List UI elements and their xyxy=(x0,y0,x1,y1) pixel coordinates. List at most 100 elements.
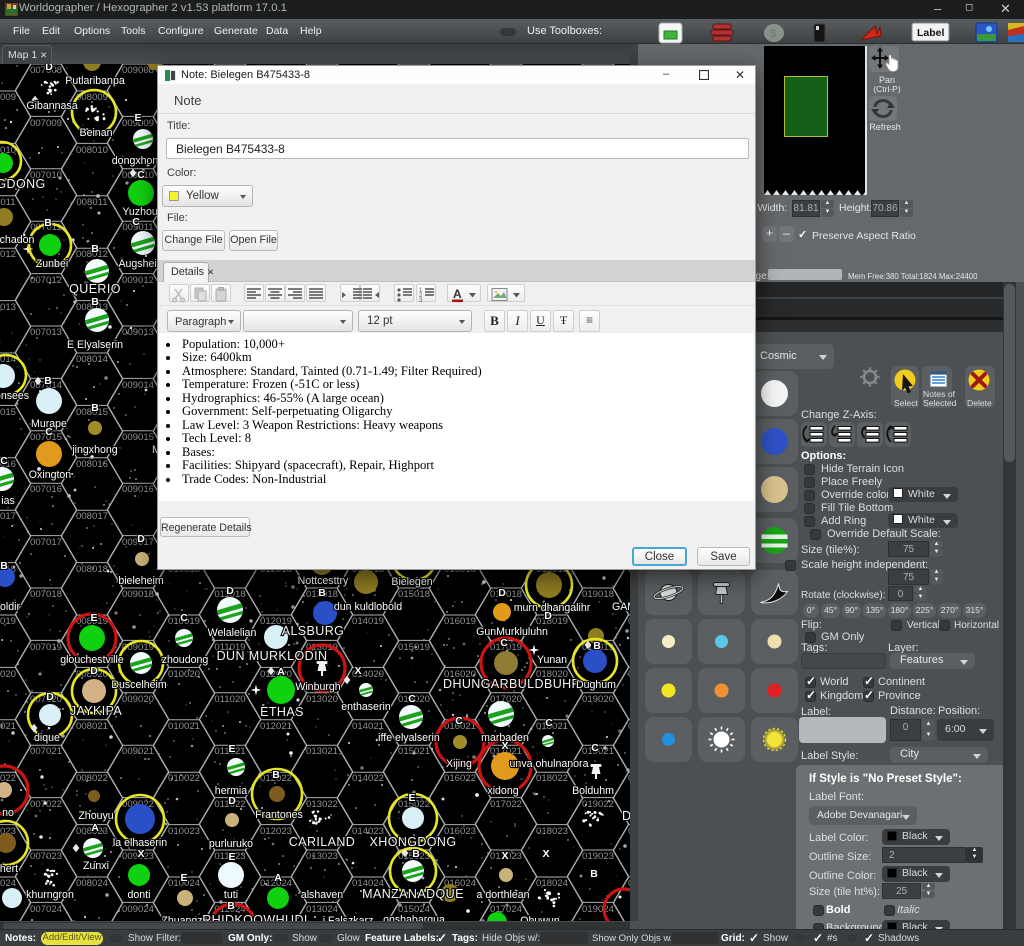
svg-text:014019: 014019 xyxy=(352,616,384,627)
svg-text:Zhuangz: Zhuangz xyxy=(161,915,202,921)
svg-text:E: E xyxy=(408,792,415,804)
svg-text:B: B xyxy=(44,375,52,387)
svg-text:Zunxi: Zunxi xyxy=(83,860,109,872)
svg-text:008021: 008021 xyxy=(76,721,108,732)
svg-text:006013: 006013 xyxy=(0,302,16,313)
svg-text:009018: 009018 xyxy=(122,589,154,600)
svg-text:016019: 016019 xyxy=(444,616,476,627)
svg-text:Xijing: Xijing xyxy=(446,758,472,770)
svg-text:RHIDKOOWHUDI: RHIDKOOWHUDI xyxy=(202,913,308,921)
svg-text:009012: 009012 xyxy=(122,275,154,286)
svg-text:Zhouyu: Zhouyu xyxy=(78,810,113,822)
svg-text:B: B xyxy=(590,868,598,880)
svg-text:E: E xyxy=(180,872,187,884)
svg-text:015018: 015018 xyxy=(398,589,430,600)
svg-text:007013: 007013 xyxy=(30,327,62,338)
svg-text:019020: 019020 xyxy=(582,694,614,705)
svg-text:a dorthlean: a dorthlean xyxy=(476,889,529,901)
svg-text:DIR: DIR xyxy=(622,809,630,823)
svg-text:E: E xyxy=(134,112,141,124)
svg-text:C: C xyxy=(180,612,188,624)
svg-text:Duscelheim: Duscelheim xyxy=(111,679,167,691)
svg-text:013022: 013022 xyxy=(306,799,338,810)
svg-text:007023: 007023 xyxy=(30,851,62,862)
svg-text:C: C xyxy=(408,693,416,705)
svg-text:013020: 013020 xyxy=(306,694,338,705)
svg-text:019018: 019018 xyxy=(582,589,614,600)
svg-text:008010: 008010 xyxy=(76,145,108,156)
svg-text:CARILAND: CARILAND xyxy=(289,835,355,849)
svg-text:008022: 008022 xyxy=(76,773,108,784)
svg-text:E: E xyxy=(228,743,235,755)
svg-text:B: B xyxy=(227,900,235,912)
svg-text:013021: 013021 xyxy=(306,746,338,757)
svg-text:017022: 017022 xyxy=(490,799,522,810)
svg-text:unva ohulnanora: unva ohulnanora xyxy=(510,758,589,770)
svg-text:ALSBURG: ALSBURG xyxy=(282,624,345,638)
svg-text:3: 3 xyxy=(419,298,423,304)
svg-text:D: D xyxy=(226,585,234,597)
svg-text:dun kuldlobold: dun kuldlobold xyxy=(334,601,402,613)
svg-text:007009: 007009 xyxy=(30,118,62,129)
svg-text:006019: 006019 xyxy=(0,616,16,627)
svg-text:D: D xyxy=(46,691,54,703)
svg-text:D: D xyxy=(544,610,552,622)
svg-text:007017: 007017 xyxy=(30,537,62,548)
svg-text:A: A xyxy=(274,872,282,884)
svg-text:tuti: tuti xyxy=(224,889,238,901)
svg-text:007024: 007024 xyxy=(30,904,63,915)
svg-text:B: B xyxy=(91,296,99,308)
svg-text:Label: Label xyxy=(917,27,945,39)
svg-text:006021: 006021 xyxy=(0,721,16,732)
svg-text:Frantones: Frantones xyxy=(255,809,303,821)
svg-text:C: C xyxy=(455,715,463,727)
svg-text:i Falszkarz: i Falszkarz xyxy=(323,915,374,921)
svg-text:018023: 018023 xyxy=(536,826,568,837)
svg-text:glouchestville: glouchestville xyxy=(60,654,124,666)
svg-text:008014: 008014 xyxy=(76,354,109,365)
svg-text:009016: 009016 xyxy=(122,484,154,495)
svg-text:Oxington: Oxington xyxy=(29,469,72,481)
svg-text:006015: 006015 xyxy=(0,407,16,418)
svg-text:xidong: xidong xyxy=(487,785,518,797)
svg-text:C: C xyxy=(137,169,145,181)
svg-text:no: no xyxy=(2,807,14,819)
svg-text:009024: 009024 xyxy=(122,904,155,915)
svg-text:016022: 016022 xyxy=(444,773,476,784)
svg-text:009015: 009015 xyxy=(122,432,154,443)
svg-text:008017: 008017 xyxy=(76,511,108,522)
svg-text:B: B xyxy=(412,848,420,860)
svg-text:018024: 018024 xyxy=(536,878,569,889)
svg-text:JAYKIPA: JAYKIPA xyxy=(70,704,123,718)
svg-text:XHONGDONG: XHONGDONG xyxy=(370,835,457,849)
svg-text:013024: 013024 xyxy=(306,904,339,915)
svg-text:A: A xyxy=(277,666,285,678)
svg-text:007022: 007022 xyxy=(30,799,62,810)
svg-text:C: C xyxy=(545,717,553,729)
svg-text:011020: 011020 xyxy=(214,694,245,705)
svg-text:B: B xyxy=(318,587,326,599)
svg-text:X: X xyxy=(137,848,144,860)
svg-text:Ohuwun: Ohuwun xyxy=(520,915,560,921)
svg-text:GunMurkluluhn: GunMurkluluhn xyxy=(476,626,548,638)
svg-text:Yunan: Yunan xyxy=(537,654,567,666)
svg-text:E Elyalserin: E Elyalserin xyxy=(67,339,123,351)
svg-text:B: B xyxy=(91,243,99,255)
svg-text:D: D xyxy=(498,587,506,599)
svg-text:009020: 009020 xyxy=(122,694,154,705)
svg-text:GAMONAE: GAMONAE xyxy=(612,601,630,613)
svg-text:B: B xyxy=(593,640,601,652)
svg-text:008016: 008016 xyxy=(76,459,108,470)
svg-text:hert: hert xyxy=(0,863,18,875)
svg-text:Dughum: Dughum xyxy=(576,679,616,691)
svg-text:D: D xyxy=(45,64,53,73)
svg-text:ETHAS: ETHAS xyxy=(260,705,304,719)
svg-text:006011: 006011 xyxy=(0,197,16,208)
svg-text:006020: 006020 xyxy=(0,669,16,680)
svg-text:C: C xyxy=(132,216,140,228)
svg-text:B: B xyxy=(0,560,8,572)
svg-text:DUN MURKLODIN: DUN MURKLODIN xyxy=(217,649,328,663)
svg-text:X: X xyxy=(354,665,361,677)
svg-text:X: X xyxy=(542,848,549,860)
svg-text:007021: 007021 xyxy=(30,746,62,757)
